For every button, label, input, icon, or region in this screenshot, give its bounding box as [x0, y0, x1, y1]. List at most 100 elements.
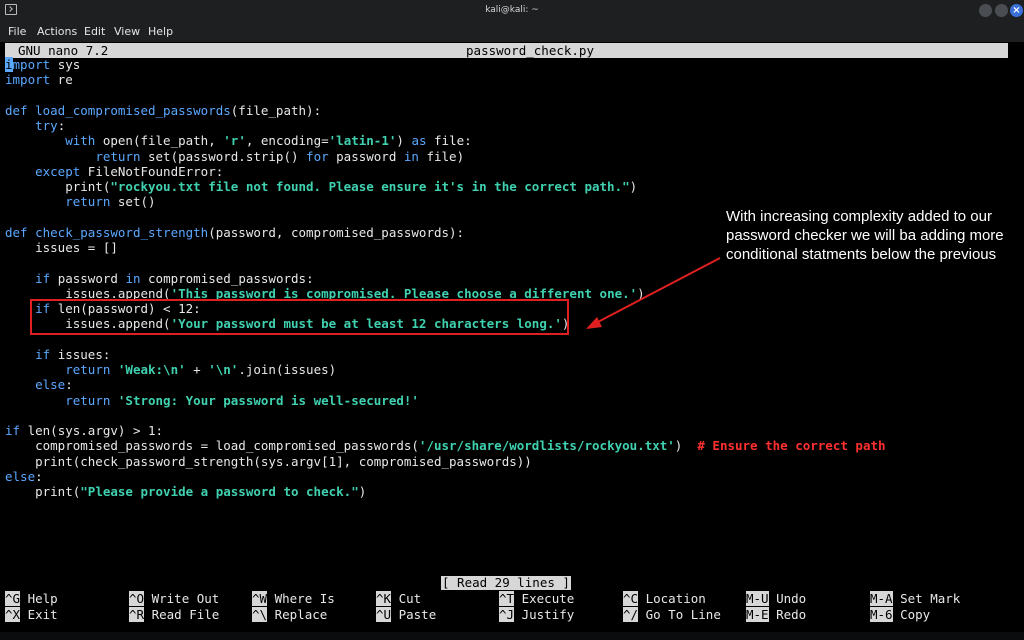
window-title: kali@kali: ~	[485, 5, 539, 15]
shortcut-cut[interactable]: ^K Cut	[376, 591, 421, 606]
code-line: else:	[5, 377, 886, 392]
code-token: if	[35, 270, 51, 286]
shortcut-justify[interactable]: ^J Justify	[499, 607, 574, 622]
code-line: if issues:	[5, 347, 886, 362]
shortcut-key: M-A	[870, 591, 893, 606]
nano-header: GNU nano 7.2 password_check.py	[5, 43, 1008, 58]
shortcut-redo[interactable]: M-E Redo	[746, 607, 806, 622]
code-token: set()	[110, 194, 156, 210]
shortcut-label: Execute	[514, 591, 575, 606]
shortcut-label: Redo	[768, 607, 807, 622]
menu-edit[interactable]: Edit	[84, 25, 105, 38]
code-token: )	[674, 438, 698, 454]
minimize-button[interactable]	[979, 4, 992, 17]
shortcut-label: Cut	[391, 591, 422, 606]
code-token: len(sys.argv) > 1:	[20, 423, 164, 438]
code-token: print(	[5, 179, 111, 194]
shortcut-label: Exit	[20, 607, 58, 622]
shortcut-label: Where Is	[267, 591, 335, 606]
code-token: return	[65, 392, 111, 408]
code-token: return	[65, 362, 111, 377]
code-token: 'r'	[223, 133, 246, 149]
shortcut-label: Copy	[892, 607, 931, 622]
shortcut-key: ^/	[623, 607, 639, 622]
shortcut-label: Set Mark	[892, 591, 961, 606]
code-token: import	[5, 72, 51, 88]
code-token: 'Weak:\n'	[117, 362, 186, 377]
code-token: except	[35, 163, 81, 179]
code-token: def	[5, 102, 28, 118]
code-token: def	[5, 224, 28, 240]
menu-view[interactable]: View	[114, 25, 140, 38]
code-token: return	[65, 194, 111, 210]
code-token: try	[35, 118, 58, 133]
shortcut-write-out[interactable]: ^O Write Out	[129, 591, 219, 606]
maximize-button[interactable]	[995, 4, 1008, 17]
shortcut-label: Undo	[768, 591, 807, 606]
shortcut-set-mark[interactable]: M-A Set Mark	[870, 591, 960, 606]
shortcut-key: ^T	[499, 591, 515, 606]
shortcut-key: M-6	[870, 607, 893, 622]
shortcut-execute[interactable]: ^T Execute	[499, 591, 574, 606]
shortcut-read-file[interactable]: ^R Read File	[129, 607, 219, 622]
shortcut-key: ^K	[376, 591, 392, 606]
code-token: # Ensure the correct path	[697, 438, 886, 454]
shortcut-label: Help	[20, 591, 58, 606]
code-token: )	[396, 133, 412, 149]
highlight-box	[30, 299, 569, 335]
code-line: compromised_passwords = load_compromised…	[5, 438, 886, 454]
code-line: if len(sys.argv) > 1:	[5, 423, 886, 438]
shortcut-replace[interactable]: ^\ Replace	[252, 607, 327, 622]
menu-file[interactable]: File	[8, 25, 26, 38]
code-token: return	[95, 148, 141, 164]
code-token: for	[306, 148, 329, 164]
shortcut-key: M-E	[746, 607, 769, 622]
shortcut-key: ^X	[5, 607, 21, 622]
code-token: else	[5, 468, 36, 484]
shortcut-where-is[interactable]: ^W Where Is	[252, 591, 335, 606]
code-token: , encoding=	[245, 133, 329, 149]
code-token: file:	[426, 133, 472, 149]
menu-actions[interactable]: Actions	[37, 25, 77, 38]
code-line: else:	[5, 469, 886, 484]
shortcut-key: ^U	[376, 607, 392, 622]
shortcut-go-to-line[interactable]: ^/ Go To Line	[623, 607, 721, 622]
code-token: else	[35, 377, 66, 393]
code-token: re	[50, 72, 73, 88]
code-line: print(check_password_strength(sys.argv[1…	[5, 454, 886, 469]
close-button[interactable]: ×	[1010, 4, 1023, 17]
text-cursor: i	[5, 57, 13, 72]
shortcut-label: Location	[638, 591, 706, 606]
code-token: if	[35, 346, 51, 362]
code-token: if	[5, 423, 21, 438]
code-line: import sys	[5, 57, 886, 72]
shortcut-exit[interactable]: ^X Exit	[5, 607, 58, 622]
menu-help[interactable]: Help	[148, 25, 173, 38]
shortcut-paste[interactable]: ^U Paste	[376, 607, 436, 622]
shortcut-location[interactable]: ^C Location	[623, 591, 706, 606]
code-token: check_password_strength	[35, 224, 209, 240]
code-line: return set(password.strip() for password…	[5, 149, 886, 164]
shortcut-copy[interactable]: M-6 Copy	[870, 607, 930, 622]
status-message: [ Read 29 lines ]	[441, 575, 571, 590]
code-line: print("Please provide a password to chec…	[5, 484, 886, 499]
code-token: as	[411, 133, 427, 149]
file-name: password_check.py	[466, 43, 594, 58]
code-token: set(password.strip()	[140, 148, 307, 164]
code-token: )	[358, 484, 367, 499]
shortcut-help[interactable]: ^G Help	[5, 591, 58, 606]
code-token: compromised_passwords = load_compromised…	[5, 438, 419, 454]
shortcut-undo[interactable]: M-U Undo	[746, 591, 806, 606]
code-editor[interactable]: import sys import re def load_compromised_…	[5, 57, 886, 499]
shortcut-key: M-U	[746, 591, 769, 606]
code-token: in	[403, 148, 419, 164]
code-token: 'Strong: Your password is well-secured!'	[117, 392, 419, 408]
